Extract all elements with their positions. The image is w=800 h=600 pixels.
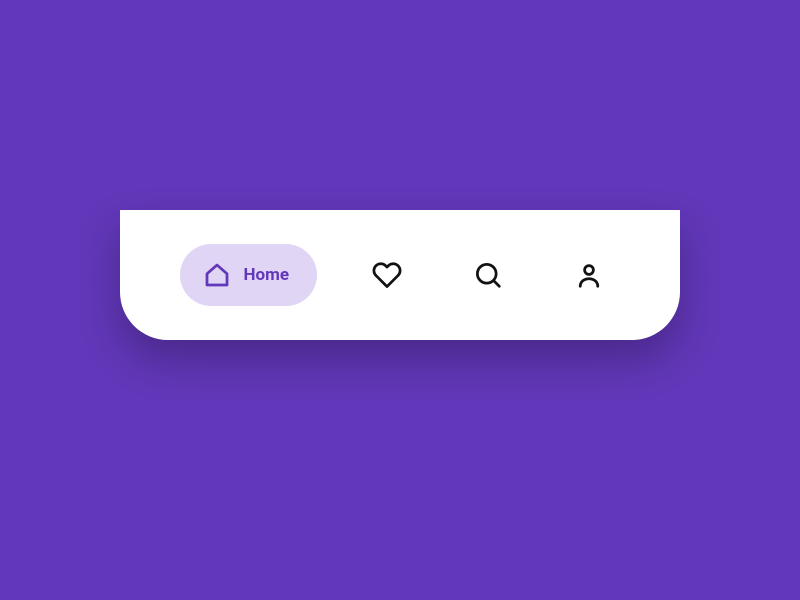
nav-item-favorites[interactable] <box>356 244 418 306</box>
heart-icon <box>372 260 402 290</box>
user-icon <box>574 260 604 290</box>
bottom-nav: Home <box>120 210 680 340</box>
search-icon <box>473 260 503 290</box>
nav-item-home[interactable]: Home <box>180 244 318 306</box>
nav-item-profile[interactable] <box>558 244 620 306</box>
nav-item-label: Home <box>244 265 290 285</box>
nav-item-search[interactable] <box>457 244 519 306</box>
home-icon <box>202 260 232 290</box>
